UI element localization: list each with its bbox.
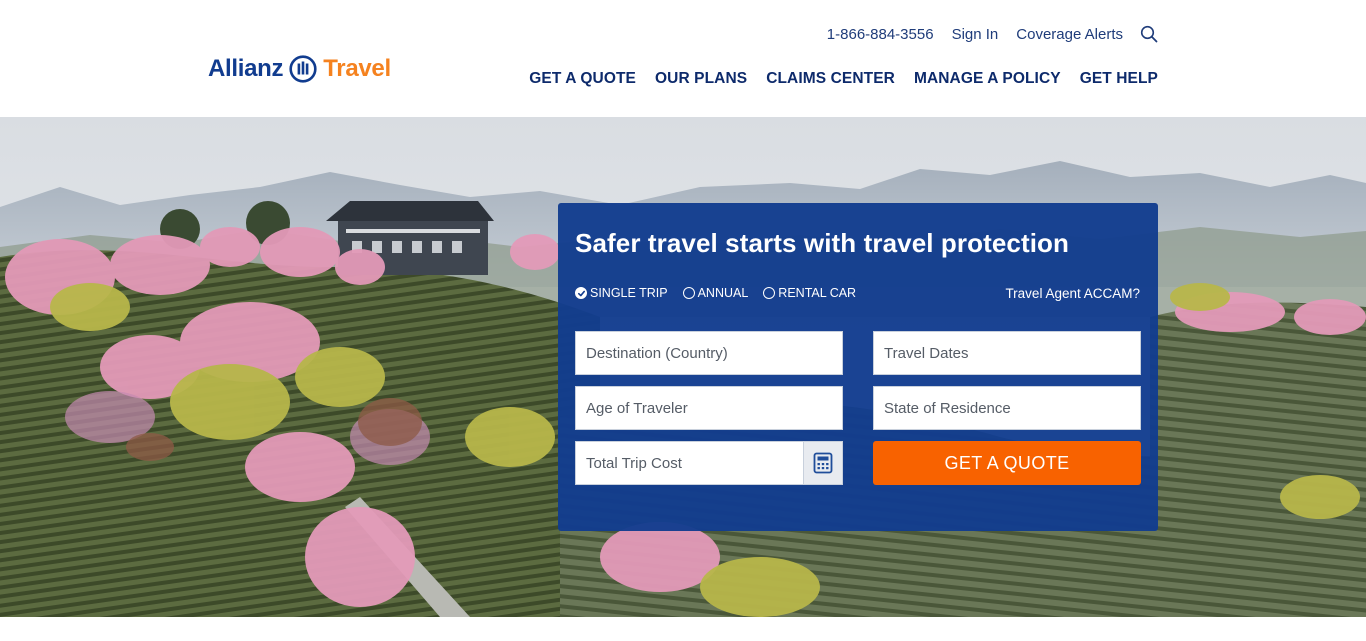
trip-type-label: SINGLE TRIP	[590, 286, 668, 300]
logo-text-travel: Travel	[323, 55, 391, 82]
search-icon[interactable]	[1140, 25, 1158, 43]
nav-get-a-quote[interactable]: GET A QUOTE	[529, 70, 636, 88]
nav-claims-center[interactable]: CLAIMS CENTER	[766, 70, 895, 88]
calculator-icon	[813, 452, 833, 474]
allianz-travel-logo[interactable]: Allianz Travel	[208, 54, 391, 84]
state-of-residence-field[interactable]	[873, 386, 1141, 430]
checkmark-radio-icon[interactable]	[575, 287, 587, 299]
sign-in-link[interactable]: Sign In	[952, 26, 999, 43]
nav-get-help[interactable]: GET HELP	[1080, 70, 1158, 88]
coverage-alerts-link[interactable]: Coverage Alerts	[1016, 26, 1123, 43]
travel-dates-field[interactable]	[873, 331, 1141, 375]
site-header: Allianz Travel 1-866-884-3556 Sign In Co…	[0, 0, 1366, 117]
utility-nav: 1-866-884-3556 Sign In Coverage Alerts	[809, 25, 1158, 43]
trip-type-selector: SINGLE TRIP ANNUAL RENTAL CAR	[575, 286, 871, 300]
allianz-eagle-logo-icon	[289, 55, 317, 83]
radio-icon[interactable]	[682, 287, 695, 299]
logo-text-allianz: Allianz	[208, 55, 284, 82]
age-of-traveler-field[interactable]	[575, 386, 843, 430]
get-a-quote-button[interactable]: GET A QUOTE	[873, 441, 1141, 485]
radio-icon[interactable]	[763, 287, 776, 299]
quote-panel: Safer travel starts with travel protecti…	[558, 203, 1158, 531]
phone-link[interactable]: 1-866-884-3556	[827, 26, 934, 43]
nav-manage-a-policy[interactable]: MANAGE A POLICY	[914, 70, 1061, 88]
trip-type-single-trip[interactable]: SINGLE TRIP	[575, 286, 668, 300]
nav-our-plans[interactable]: OUR PLANS	[655, 70, 747, 88]
trip-cost-calculator-button[interactable]	[803, 441, 843, 485]
trip-type-annual[interactable]: ANNUAL	[682, 286, 749, 300]
travel-agent-accam-link[interactable]: Travel Agent ACCAM?	[1005, 286, 1140, 301]
trip-type-label: RENTAL CAR	[778, 286, 857, 300]
trip-type-rental-car[interactable]: RENTAL CAR	[763, 286, 856, 300]
total-trip-cost-field[interactable]	[575, 441, 803, 485]
main-nav: GET A QUOTE OUR PLANS CLAIMS CENTER MANA…	[510, 70, 1158, 88]
page-body-strip	[0, 617, 1366, 641]
trip-type-label: ANNUAL	[697, 286, 749, 300]
destination-field[interactable]	[575, 331, 843, 375]
quote-panel-title: Safer travel starts with travel protecti…	[575, 228, 1070, 258]
